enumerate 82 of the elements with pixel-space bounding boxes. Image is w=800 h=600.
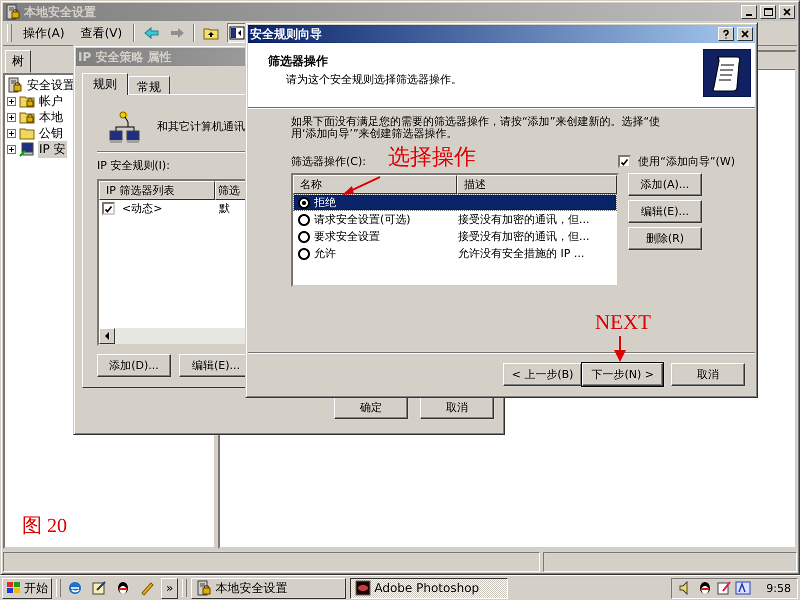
penguin-icon[interactable] bbox=[115, 580, 131, 596]
app-icon bbox=[5, 4, 21, 20]
document-lock-icon bbox=[7, 77, 23, 93]
back-arrow-icon[interactable] bbox=[143, 25, 160, 41]
close-button[interactable] bbox=[737, 27, 753, 41]
annotation-text: NEXT bbox=[595, 312, 651, 333]
maximize-icon[interactable] bbox=[763, 7, 773, 17]
rules-label: IP 安全规则(I): bbox=[97, 158, 170, 173]
list-row[interactable]: 要求安全设置 接受没有加密的通讯，但... bbox=[293, 228, 617, 245]
column-header[interactable]: 描述 bbox=[457, 175, 617, 194]
clock: 9:58 bbox=[766, 582, 791, 594]
dialog-title: IP 安全策略 属性 bbox=[78, 48, 172, 66]
dialog-button[interactable]: 删除(R) bbox=[628, 227, 702, 250]
column-header[interactable]: 名称 bbox=[293, 175, 457, 194]
checkbox[interactable] bbox=[102, 202, 115, 215]
notepad-icon[interactable] bbox=[91, 580, 107, 596]
annotation-arrow bbox=[613, 336, 627, 362]
list-row[interactable]: 请求安全设置(可选) 接受没有加密的通讯，但... bbox=[293, 211, 617, 228]
tab[interactable]: 规则 bbox=[82, 73, 128, 95]
dialog-button[interactable]: 确定 bbox=[334, 396, 408, 419]
pencil-icon[interactable] bbox=[139, 580, 155, 596]
more-button[interactable]: » bbox=[161, 578, 178, 598]
keyboard-layout-icon[interactable] bbox=[735, 580, 752, 596]
tab[interactable]: 常规 bbox=[128, 76, 170, 94]
document-lock-icon[interactable] bbox=[196, 580, 212, 596]
step-subtitle: 请为这个安全规则选择筛选器操作。 bbox=[285, 72, 463, 87]
column-header[interactable]: IP 筛选器列表 bbox=[99, 181, 215, 200]
browser-icon[interactable] bbox=[67, 580, 83, 596]
menu-item[interactable]: 操作(A) bbox=[18, 22, 70, 44]
tree-item[interactable]: 本地 bbox=[38, 108, 64, 126]
checkmark-icon[interactable] bbox=[104, 204, 113, 212]
taskbar-button[interactable]: 本地安全设置 bbox=[191, 578, 346, 598]
field-label: 筛选器操作(C): bbox=[291, 154, 366, 169]
expand-icon[interactable] bbox=[7, 112, 16, 122]
minimize-button[interactable] bbox=[741, 5, 757, 19]
close-button[interactable] bbox=[779, 5, 795, 19]
notepad-icon[interactable] bbox=[716, 580, 732, 596]
table-cell-text: 默 bbox=[218, 201, 231, 216]
radio-button[interactable] bbox=[298, 214, 310, 226]
tree-item[interactable]: 帐户 bbox=[38, 92, 64, 110]
instruction-text: 如果下面没有满足您的需要的筛选器操作，请按“添加”来创建新的。选择“使用‘添加向导’”来创建筛选器操作。 bbox=[291, 116, 662, 140]
annotation-text: 选择操作 bbox=[388, 146, 476, 168]
list-row[interactable]: 拒绝 bbox=[293, 194, 617, 211]
annotation-arrow bbox=[340, 175, 382, 197]
wizard-button[interactable]: 下一步(N) > bbox=[582, 362, 663, 386]
scroll-left-icon[interactable] bbox=[104, 332, 110, 340]
description-text: 和其它计算机通讯 bbox=[157, 118, 245, 134]
tree-pane-icon[interactable] bbox=[229, 25, 246, 41]
wizard-checkbox[interactable]: 使用“添加向导”(W) bbox=[615, 154, 735, 169]
expand-icon[interactable] bbox=[7, 128, 16, 138]
wizard-button[interactable]: < 上一步(B) bbox=[502, 362, 582, 386]
close-icon[interactable] bbox=[782, 7, 792, 17]
step-title: 筛选器操作 bbox=[268, 53, 329, 70]
help-button[interactable] bbox=[718, 27, 734, 41]
dialog-button[interactable]: 添加(A)... bbox=[628, 173, 702, 196]
dialog-button[interactable]: 取消 bbox=[420, 396, 494, 419]
expand-icon[interactable] bbox=[7, 96, 16, 106]
wizard-button[interactable]: 取消 bbox=[671, 362, 745, 386]
checkmark-icon[interactable] bbox=[620, 158, 630, 166]
radio-button[interactable] bbox=[298, 248, 310, 260]
taskbar-button[interactable]: Adobe Photoshop bbox=[350, 578, 508, 598]
windows-logo-icon[interactable] bbox=[6, 581, 22, 595]
close-icon[interactable] bbox=[740, 29, 750, 39]
radio-button[interactable] bbox=[298, 196, 310, 208]
figure-caption: 图 20 bbox=[22, 514, 67, 539]
scroll-document-icon bbox=[703, 49, 751, 97]
dialog-button[interactable]: 添加(D)... bbox=[97, 354, 171, 377]
maximize-button[interactable] bbox=[760, 5, 776, 19]
start-button[interactable]: 开始 bbox=[2, 578, 52, 598]
tree-tab[interactable]: 树 bbox=[5, 50, 31, 73]
dialog-title: 安全规则向导 bbox=[250, 26, 322, 42]
window-title: 本地安全设置 bbox=[24, 4, 96, 20]
tree-item[interactable]: IP 安 bbox=[38, 140, 67, 158]
menu-item[interactable]: 查看(V) bbox=[76, 22, 128, 44]
radio-button[interactable] bbox=[298, 230, 310, 242]
tree-item[interactable]: 公钥 bbox=[38, 124, 64, 142]
question-mark-icon[interactable] bbox=[721, 29, 731, 39]
dialog-button[interactable]: 编辑(E)... bbox=[628, 200, 702, 223]
table-cell-text: <动态> bbox=[121, 201, 164, 216]
list-row[interactable]: 允许 允许没有安全措施的 IP ... bbox=[293, 245, 617, 262]
expand-icon[interactable] bbox=[7, 144, 16, 154]
computer-icon bbox=[19, 141, 35, 157]
